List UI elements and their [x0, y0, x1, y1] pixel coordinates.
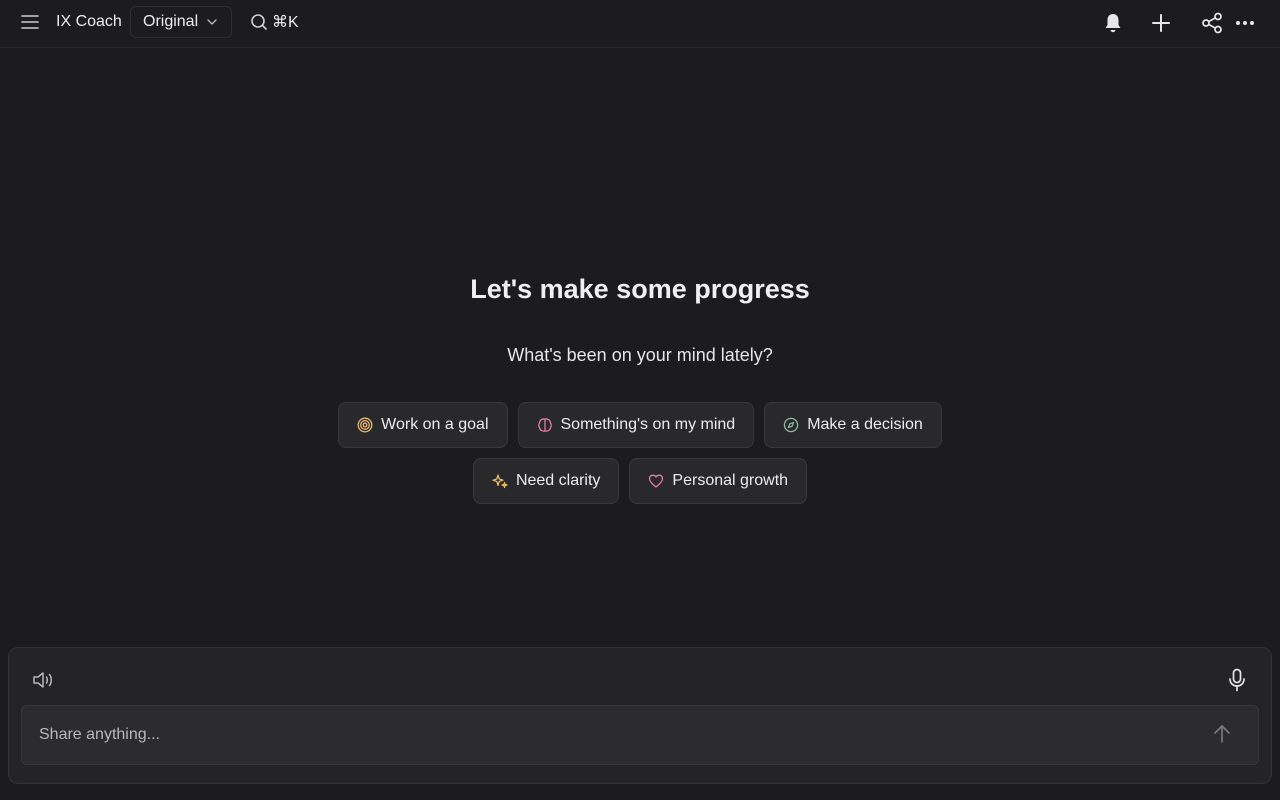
ellipsis-icon[interactable] — [1233, 11, 1257, 35]
chip-label: Need clarity — [515, 472, 601, 489]
top-bar: IX Coach Original ⌘K — [0, 0, 1280, 48]
chip-label: Something's on my mind — [560, 416, 736, 433]
plus-icon[interactable] — [1149, 11, 1173, 35]
model-select-label: Original — [143, 13, 199, 30]
something-on-mind-chip[interactable]: Something's on my mind — [517, 402, 755, 448]
page-subtitle: What's been on your mind lately? — [507, 345, 773, 365]
work-on-goal-chip[interactable]: Work on a goal — [338, 402, 508, 448]
hamburger-menu-icon[interactable] — [19, 11, 41, 33]
search-shortcut: ⌘K — [272, 14, 299, 31]
app-title: IX Coach — [56, 13, 122, 30]
chevron-down-icon — [207, 19, 217, 25]
model-select[interactable]: Original — [130, 6, 232, 38]
microphone-icon[interactable] — [1225, 668, 1249, 692]
chip-label: Make a decision — [807, 416, 923, 433]
bell-icon[interactable] — [1101, 11, 1125, 35]
message-input[interactable] — [22, 706, 1258, 764]
prompt-chips-row-2: Need clarity Personal growth — [0, 458, 1280, 504]
sparkles-icon — [492, 473, 508, 489]
share-icon[interactable] — [1200, 11, 1224, 35]
chip-label: Personal growth — [672, 472, 789, 489]
speaker-icon[interactable] — [31, 668, 57, 692]
chip-label: Work on a goal — [381, 416, 489, 433]
arrow-up-icon[interactable] — [1210, 722, 1234, 746]
prompt-chips-row-1: Work on a goal Something's on my mind Ma… — [0, 402, 1280, 448]
search-button[interactable]: ⌘K — [250, 11, 299, 33]
search-icon — [250, 13, 268, 31]
personal-growth-chip[interactable]: Personal growth — [629, 458, 808, 504]
heart-icon — [648, 473, 664, 489]
need-clarity-chip[interactable]: Need clarity — [472, 458, 620, 504]
brain-icon — [537, 417, 553, 433]
make-decision-chip[interactable]: Make a decision — [764, 402, 942, 448]
message-composer — [8, 647, 1272, 784]
message-input-container — [21, 705, 1259, 765]
page-title: Let's make some progress — [470, 274, 810, 304]
compass-icon — [783, 417, 799, 433]
target-icon — [357, 417, 373, 433]
